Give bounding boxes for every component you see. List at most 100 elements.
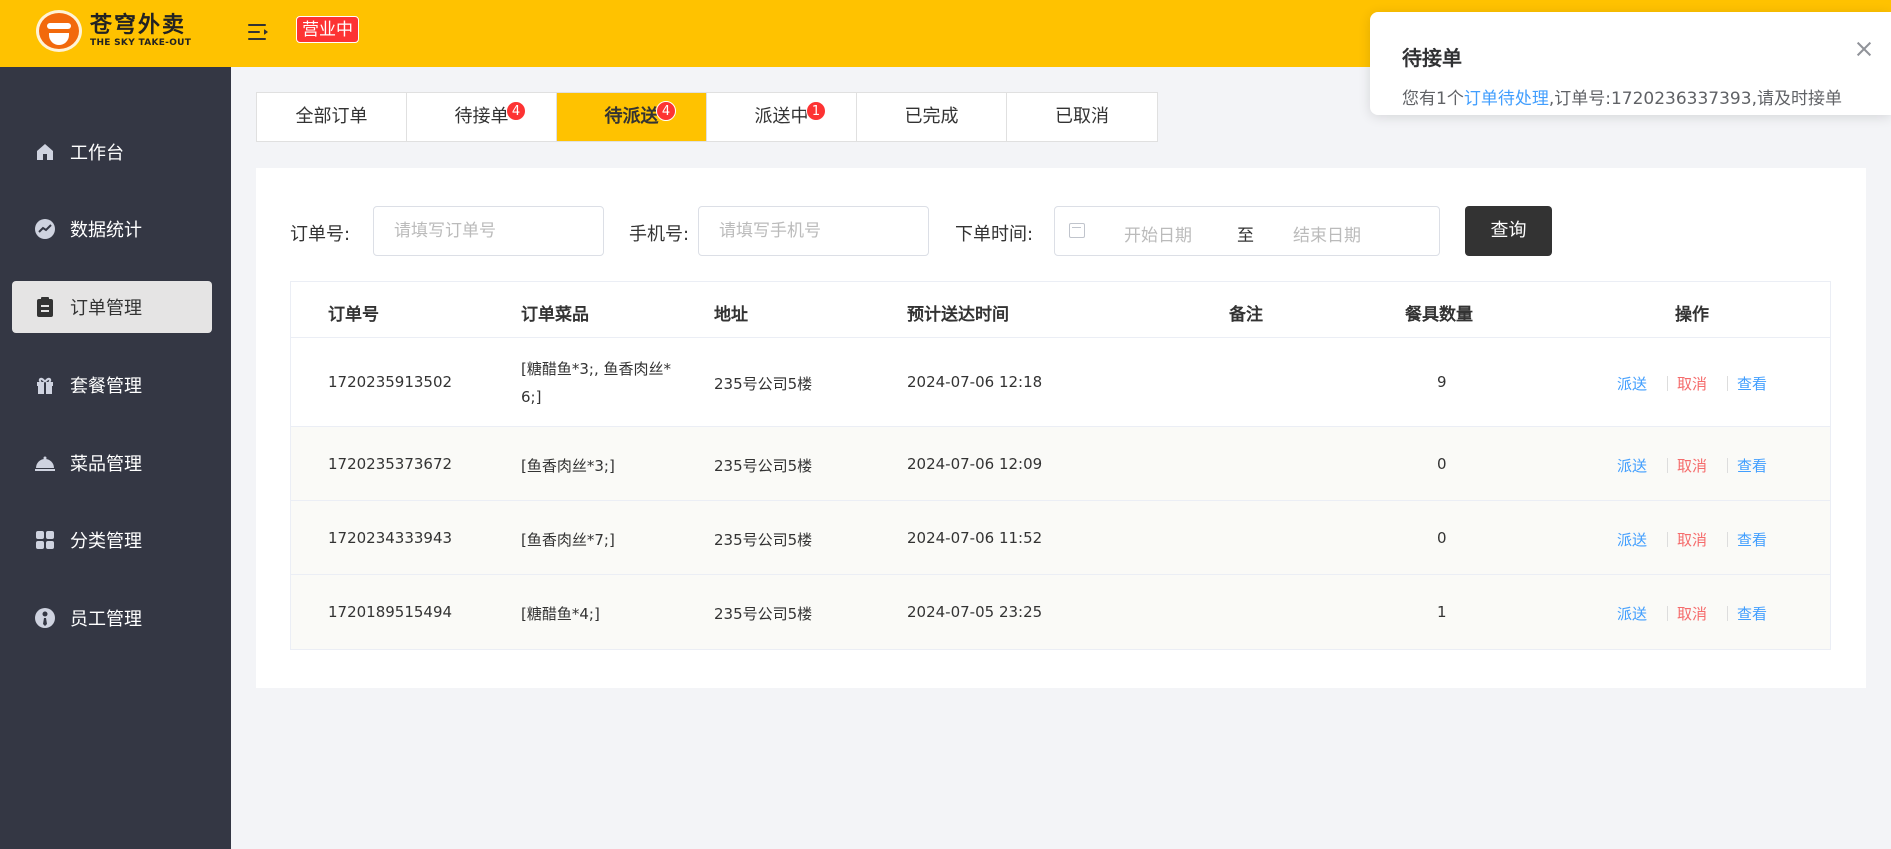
notification-text: ,订单号:1720236337393,请及时接单: [1548, 89, 1842, 109]
table-row: 1720189515494 [糖醋鱼*4;] 235号公司5楼 2024-07-…: [291, 575, 1830, 649]
sidebar-item-label: 分类管理: [70, 531, 142, 552]
new-order-notification: 待接单 您有1个订单待处理,订单号:1720236337393,请及时接单: [1370, 12, 1891, 115]
order-status-tabs: 全部订单 待接单 4 待派送 4 派送中 1 已完成 已取消: [256, 92, 1158, 142]
phone-label: 手机号:: [629, 224, 690, 245]
view-link[interactable]: 查看: [1737, 455, 1767, 476]
tab-all-orders[interactable]: 全部订单: [257, 93, 407, 141]
tab-cancelled[interactable]: 已取消: [1007, 93, 1157, 141]
sidebar-item-label: 订单管理: [70, 298, 142, 319]
cancel-link[interactable]: 取消: [1677, 529, 1707, 550]
view-link[interactable]: 查看: [1737, 373, 1767, 394]
close-icon[interactable]: [1853, 38, 1875, 60]
tab-pending-dispatch[interactable]: 待派送 4: [557, 93, 707, 141]
logo-subtitle: THE SKY TAKE-OUT: [90, 38, 192, 48]
orders-table: 订单号 订单菜品 地址 预计送达时间 备注 餐具数量 操作 1720235913…: [290, 281, 1831, 650]
query-button[interactable]: 查询: [1465, 206, 1552, 256]
pending-order-link[interactable]: 订单待处理: [1464, 89, 1549, 109]
date-range-picker[interactable]: 开始日期 至 结束日期: [1054, 206, 1440, 256]
range-separator: 至: [1237, 226, 1254, 246]
business-status-badge: 营业中: [296, 16, 359, 43]
action-divider: [1727, 376, 1728, 391]
logo-title: 苍穹外卖: [90, 13, 187, 38]
order-number-cell: 1720189515494: [328, 603, 453, 621]
address-cell: 235号公司5楼: [714, 531, 813, 549]
tab-pending-accept[interactable]: 待接单 4: [407, 93, 557, 141]
employee-icon: [34, 607, 56, 629]
cancel-link[interactable]: 取消: [1677, 373, 1707, 394]
table-row: 1720235913502 [糖醋鱼*3;, 鱼香肉丝* 6;] 235号公司5…: [291, 338, 1830, 427]
sidebar-item-label: 员工管理: [70, 609, 142, 630]
dispatch-link[interactable]: 派送: [1617, 373, 1647, 394]
gift-icon: [34, 374, 56, 396]
sidebar-item-label: 套餐管理: [70, 376, 142, 397]
column-header: 地址: [714, 305, 748, 325]
tableware-cell: 0: [1437, 529, 1447, 547]
sidebar-item-label: 菜品管理: [70, 454, 142, 475]
action-divider: [1727, 458, 1728, 473]
action-divider: [1727, 606, 1728, 621]
column-header: 订单菜品: [521, 305, 589, 325]
tab-delivering[interactable]: 派送中 1: [707, 93, 857, 141]
tableware-cell: 1: [1437, 603, 1447, 621]
sidebar-item-statistics[interactable]: 数据统计: [12, 203, 212, 255]
tab-label: 已完成: [904, 106, 959, 127]
order-number-cell: 1720235913502: [328, 373, 453, 391]
chart-icon: [34, 218, 56, 240]
notification-title: 待接单: [1402, 46, 1462, 70]
notification-text: 您有1个: [1402, 89, 1464, 109]
count-badge: 4: [506, 101, 526, 121]
dish-icon: [34, 452, 56, 474]
end-date-input[interactable]: 结束日期: [1293, 221, 1361, 246]
notification-message: 您有1个订单待处理,订单号:1720236337393,请及时接单: [1402, 84, 1842, 109]
sidebar: 工作台 数据统计 订单管理 套餐管理 菜品管理 分类管理 员工管理: [0, 67, 231, 849]
dishes-cell-line2: 6;]: [521, 388, 542, 406]
tab-label: 待接单: [454, 106, 509, 127]
dispatch-link[interactable]: 派送: [1617, 529, 1647, 550]
tab-label: 全部订单: [295, 106, 368, 127]
view-link[interactable]: 查看: [1737, 603, 1767, 624]
address-cell: 235号公司5楼: [714, 375, 813, 393]
eta-cell: 2024-07-06 12:09: [907, 455, 1043, 473]
sidebar-item-dishes[interactable]: 菜品管理: [12, 437, 212, 489]
sidebar-item-combos[interactable]: 套餐管理: [12, 359, 212, 411]
phone-input[interactable]: 请填写手机号: [698, 206, 929, 256]
home-icon: [34, 141, 56, 163]
tab-completed[interactable]: 已完成: [857, 93, 1007, 141]
sidebar-item-employees[interactable]: 员工管理: [12, 592, 212, 644]
order-number-cell: 1720234333943: [328, 529, 453, 547]
count-badge: 4: [656, 101, 676, 121]
column-header: 订单号: [328, 305, 379, 325]
sidebar-item-orders[interactable]: 订单管理: [12, 281, 212, 333]
order-number-cell: 1720235373672: [328, 455, 453, 473]
menu-toggle-icon[interactable]: [246, 20, 272, 46]
eta-cell: 2024-07-06 12:18: [907, 373, 1043, 391]
logo-icon: [36, 10, 82, 52]
dispatch-link[interactable]: 派送: [1617, 603, 1647, 624]
sidebar-item-workbench[interactable]: 工作台: [12, 126, 212, 178]
sidebar-item-categories[interactable]: 分类管理: [12, 514, 212, 566]
cancel-link[interactable]: 取消: [1677, 455, 1707, 476]
column-header: 备注: [1229, 305, 1263, 325]
table-row: 1720235373672 [鱼香肉丝*3;] 235号公司5楼 2024-07…: [291, 427, 1830, 501]
dishes-cell: [糖醋鱼*3;, 鱼香肉丝*: [521, 360, 671, 378]
action-divider: [1667, 458, 1668, 473]
column-header: 预计送达时间: [907, 305, 1009, 325]
action-divider: [1667, 532, 1668, 547]
clipboard-icon: [34, 296, 56, 318]
sidebar-item-label: 数据统计: [70, 220, 142, 241]
grid-icon: [34, 529, 56, 551]
start-date-input[interactable]: 开始日期: [1124, 221, 1192, 246]
address-cell: 235号公司5楼: [714, 605, 813, 623]
cancel-link[interactable]: 取消: [1677, 603, 1707, 624]
orders-card: 订单号: 请填写订单号 手机号: 请填写手机号 下单时间: 开始日期 至 结束日…: [256, 168, 1866, 688]
order-time-label: 下单时间:: [955, 224, 1034, 245]
column-header: 操作: [1675, 305, 1709, 325]
eta-cell: 2024-07-05 23:25: [907, 603, 1043, 621]
order-number-input[interactable]: 请填写订单号: [373, 206, 604, 256]
dispatch-link[interactable]: 派送: [1617, 455, 1647, 476]
tab-label: 待派送: [604, 106, 659, 127]
view-link[interactable]: 查看: [1737, 529, 1767, 550]
action-divider: [1727, 532, 1728, 547]
eta-cell: 2024-07-06 11:52: [907, 529, 1043, 547]
table-row: 1720234333943 [鱼香肉丝*7;] 235号公司5楼 2024-07…: [291, 501, 1830, 575]
